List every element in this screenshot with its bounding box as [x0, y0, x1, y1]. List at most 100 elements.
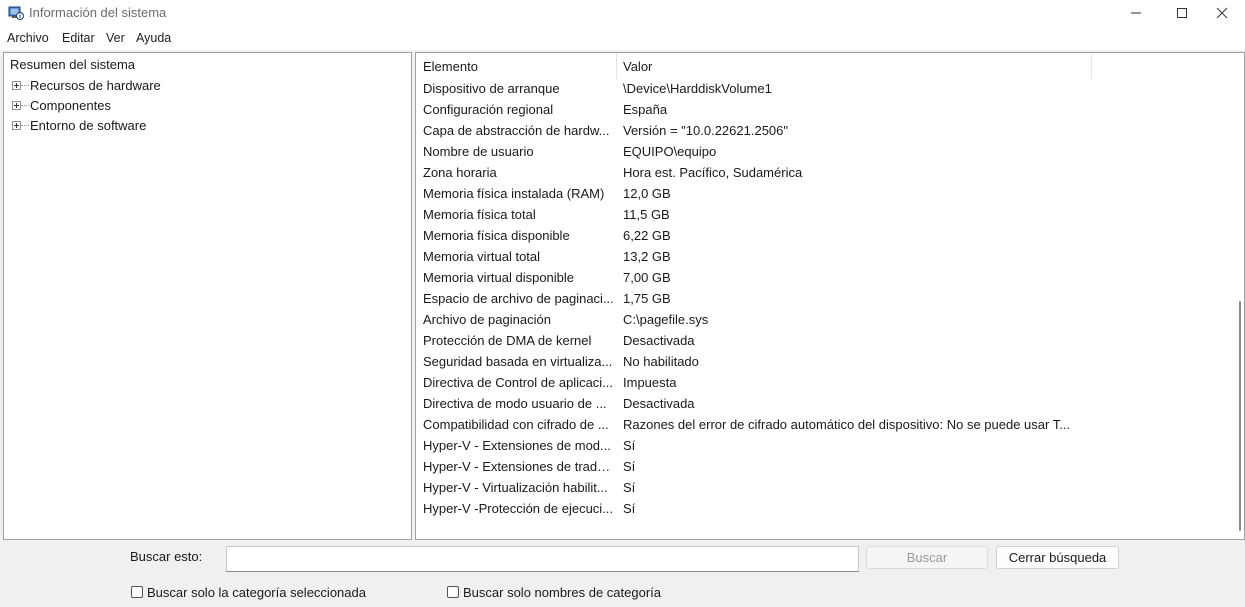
minimize-button[interactable] [1113, 0, 1159, 26]
table-row[interactable]: Archivo de paginación C:\pagefile.sys [416, 310, 1216, 331]
cell-element: Hyper-V -Protección de ejecuci... [423, 501, 614, 516]
expand-plus-icon[interactable] [12, 121, 21, 130]
cell-element: Compatibilidad con cifrado de ... [423, 417, 609, 432]
menu-ver[interactable]: Ver [106, 31, 125, 45]
cell-value: 13,2 GB [623, 249, 671, 264]
menu-ayuda[interactable]: Ayuda [136, 31, 171, 45]
tree-connector [21, 85, 29, 87]
table-row[interactable]: Compatibilidad con cifrado de ... Razones… [416, 415, 1216, 436]
tree-item-system-summary[interactable]: Resumen del sistema [10, 57, 135, 72]
cell-element: Memoria virtual total [423, 249, 541, 264]
table-row[interactable]: Hyper-V - Virtualización habilit... Sí [416, 478, 1216, 499]
checkbox-label: Buscar solo la categoría seleccionada [147, 585, 366, 600]
cell-element: Hyper-V - Virtualización habilit... [423, 480, 608, 495]
cell-value: España [623, 102, 668, 117]
search-label: Buscar esto: [130, 549, 203, 564]
system-information-icon [8, 6, 24, 20]
cell-value: Sí [623, 501, 636, 516]
cell-value: No habilitado [623, 354, 699, 369]
cell-value: 6,22 GB [623, 228, 671, 243]
column-header-element[interactable]: Elemento [423, 59, 478, 74]
expand-plus-icon[interactable] [12, 81, 21, 90]
column-divider[interactable] [616, 53, 617, 79]
search-selected-category-checkbox[interactable]: Buscar solo la categoría seleccionada [131, 585, 381, 601]
cell-value: Impuesta [623, 375, 677, 390]
checkbox-box[interactable] [447, 586, 459, 598]
table-row[interactable]: Nombre de usuario EQUIPO\equipo [416, 142, 1216, 163]
table-row[interactable]: Hyper-V - Extensiones de tradu... Sí [416, 457, 1216, 478]
close-find-button[interactable]: Cerrar búsqueda [996, 546, 1119, 569]
cell-value: Desactivada [623, 333, 695, 348]
cell-value: 7,00 GB [623, 270, 671, 285]
cell-element: Memoria física instalada (RAM) [423, 186, 605, 201]
checkbox-label: Buscar solo nombres de categoría [463, 585, 661, 600]
cell-element: Memoria física total [423, 207, 536, 222]
table-row[interactable]: Directiva de modo usuario de ... Desactiv… [416, 394, 1216, 415]
table-row[interactable]: Dispositivo de arranque \Device\HarddiskV… [416, 79, 1216, 100]
vertical-scrollbar-thumb[interactable] [1239, 301, 1241, 531]
table-row[interactable]: Capa de abstracción de hardw... Versión =… [416, 121, 1216, 142]
table-row[interactable]: Espacio de archivo de paginaci... 1,75 GB [416, 289, 1216, 310]
cell-value: 1,75 GB [623, 291, 671, 306]
cell-element: Nombre de usuario [423, 144, 534, 159]
cell-element: Espacio de archivo de paginaci... [423, 291, 614, 306]
cell-value: 12,0 GB [623, 186, 671, 201]
cell-value: \Device\HarddiskVolume1 [623, 81, 772, 96]
title-bar: Información del sistema [0, 0, 1245, 26]
cell-element: Memoria virtual disponible [423, 270, 575, 285]
cell-element: Capa de abstracción de hardw... [423, 123, 610, 138]
cell-element: Dispositivo de arranque [423, 81, 560, 96]
table-row[interactable]: Memoria física total 11,5 GB [416, 205, 1216, 226]
column-header-value[interactable]: Valor [623, 59, 652, 74]
cell-value: EQUIPO\equipo [623, 144, 717, 159]
menu-editar[interactable]: Editar [62, 31, 95, 45]
table-row[interactable]: Seguridad basada en virtualiza... No habi… [416, 352, 1216, 373]
cell-value: 11,5 GB [623, 207, 670, 222]
cell-value: Sí [623, 480, 636, 495]
maximize-icon [1177, 8, 1187, 18]
search-category-names-checkbox[interactable]: Buscar solo nombres de categoría [447, 585, 677, 601]
table-row[interactable]: Memoria virtual disponible 7,00 GB [416, 268, 1216, 289]
tree-item-label: Componentes [30, 98, 111, 113]
cell-element: Archivo de paginación [423, 312, 551, 327]
cell-value: Razones del error de cifrado automático … [623, 417, 1071, 432]
table-row[interactable]: Zona horaria Hora est. Pacífico, Sudaméri… [416, 163, 1216, 184]
expand-plus-icon[interactable] [12, 101, 21, 110]
cell-element: Hyper-V - Extensiones de tradu... [423, 459, 615, 474]
tree-item-label: Recursos de hardware [30, 78, 161, 93]
table-row[interactable]: Hyper-V - Extensiones de mod... Sí [416, 436, 1216, 457]
search-input[interactable] [226, 546, 859, 572]
table-row[interactable]: Hyper-V -Protección de ejecuci... Sí [416, 499, 1216, 520]
table-row[interactable]: Memoria virtual total 13,2 GB [416, 247, 1216, 268]
close-button[interactable] [1199, 0, 1245, 26]
cell-element: Directiva de Control de aplicaci... [423, 375, 614, 390]
cell-value: Versión = "10.0.22621.2506" [623, 123, 789, 138]
cell-element: Zona horaria [423, 165, 497, 180]
table-row[interactable]: Directiva de Control de aplicaci... Impue… [416, 373, 1216, 394]
cell-element: Seguridad basada en virtualiza... [423, 354, 613, 369]
window-title: Información del sistema [29, 5, 167, 20]
cell-value: Desactivada [623, 396, 695, 411]
category-tree[interactable]: Resumen del sistema Recursos de hardware… [3, 52, 412, 540]
tree-connector [21, 125, 29, 127]
checkbox-box[interactable] [131, 586, 143, 598]
list-header: Elemento Valor [416, 53, 1092, 79]
details-list[interactable]: Elemento Valor Dispositivo de arranque \D… [415, 52, 1245, 540]
table-row[interactable]: Protección de DMA de kernel Desactivada [416, 331, 1216, 352]
cell-element: Hyper-V - Extensiones de mod... [423, 438, 611, 453]
table-row[interactable]: Configuración regional España [416, 100, 1216, 121]
table-row[interactable]: Memoria física disponible 6,22 GB [416, 226, 1216, 247]
column-divider[interactable] [1091, 53, 1092, 79]
find-button[interactable]: Buscar [866, 546, 988, 569]
menu-archivo[interactable]: Archivo [7, 31, 49, 45]
cell-element: Directiva de modo usuario de ... [423, 396, 607, 411]
tree-connector [21, 105, 29, 107]
minimize-icon [1131, 12, 1141, 14]
menu-bar: Archivo Editar Ver Ayuda [0, 26, 1245, 50]
cell-element: Memoria física disponible [423, 228, 570, 243]
cell-value: C:\pagefile.sys [623, 312, 709, 327]
cell-element: Protección de DMA de kernel [423, 333, 592, 348]
cell-element: Configuración regional [423, 102, 554, 117]
cell-value: Sí [623, 459, 636, 474]
table-row[interactable]: Memoria física instalada (RAM) 12,0 GB [416, 184, 1216, 205]
